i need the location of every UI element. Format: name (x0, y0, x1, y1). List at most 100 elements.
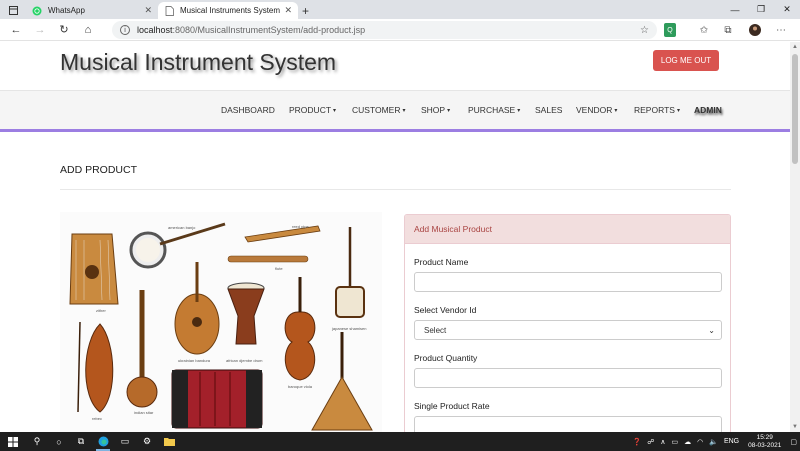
collections-icon[interactable]: ⧉ (721, 23, 735, 37)
nav-label: SALES (535, 105, 563, 115)
panel-title: Add Musical Product (405, 215, 730, 244)
label-ukrainian-bandura: ukrainian bandura (178, 358, 211, 363)
page-scrollbar[interactable]: ▲ ▼ (790, 42, 800, 432)
web-page: Musical Instrument System LOG ME OUT DAS… (0, 42, 790, 432)
address-bar[interactable]: i localhost:8080/MusicalInstrumentSystem… (112, 21, 657, 39)
flute-image (227, 255, 309, 263)
chevron-down-icon: ▾ (402, 107, 406, 114)
label-african-djembe-drum: african djembe drum (226, 358, 263, 363)
info-icon[interactable]: i (120, 25, 130, 35)
close-tab-icon[interactable]: ✕ (284, 5, 292, 16)
cloud-icon[interactable]: ☁ (684, 438, 691, 446)
windows-start-icon[interactable] (0, 432, 26, 451)
chevron-down-icon: ⌄ (708, 325, 715, 335)
restore-icon[interactable]: ❐ (748, 0, 774, 19)
forward-icon[interactable]: → (28, 24, 52, 36)
close-tab-icon[interactable]: ✕ (144, 5, 152, 16)
chevron-down-icon: ▾ (517, 107, 521, 114)
windows-taskbar: ⚲ ○ ⧉ ▭ ⚙ ❓ ☍ ∧ ▭ ☁ ◠ 🔈 ENG 15:29 08-03-… (0, 432, 800, 451)
profile-avatar[interactable] (748, 23, 762, 37)
file-explorer-icon[interactable] (158, 432, 180, 451)
rate-input[interactable] (414, 416, 722, 432)
nav-label: ADMIN (694, 105, 722, 115)
quantity-input[interactable] (414, 368, 722, 388)
scroll-up-icon[interactable]: ▲ (792, 44, 798, 50)
browser-toolbar: ← → ↻ ⌂ i localhost:8080/MusicalInstrume… (0, 19, 800, 41)
help-icon[interactable]: ❓ (633, 438, 642, 446)
logout-button[interactable]: LOG ME OUT (653, 50, 719, 71)
label-baroque-viola: baroque viola (288, 384, 313, 389)
system-tray: ❓ ☍ ∧ ▭ ☁ ◠ 🔈 ENG 15:29 08-03-2021 ▢ (630, 432, 800, 451)
tab-whatsapp[interactable]: WhatsApp ✕ (26, 2, 158, 19)
volume-icon[interactable]: 🔈 (709, 438, 718, 446)
product-name-input[interactable] (414, 272, 722, 292)
more-menu-icon[interactable]: ⋯ (774, 23, 788, 37)
battery-icon[interactable]: ▭ (672, 438, 679, 446)
scroll-down-icon[interactable]: ▼ (792, 424, 798, 430)
vendor-id-select[interactable]: Select ⌄ (414, 320, 722, 340)
sitar-image (126, 290, 158, 408)
favorites-icon[interactable]: ✩ (697, 23, 711, 37)
extension-icon[interactable]: Q (664, 23, 676, 37)
refresh-icon[interactable]: ↻ (52, 23, 76, 36)
balalaika-image (311, 332, 373, 431)
nav-label: VENDOR (576, 105, 613, 115)
chevron-up-icon[interactable]: ∧ (660, 438, 665, 446)
tab-title: WhatsApp (48, 6, 85, 15)
url-path: :8080/MusicalInstrumentSystem/add-produc… (172, 25, 366, 35)
shamisen-image (335, 227, 365, 318)
page-title: ADD PRODUCT (60, 164, 138, 176)
chevron-down-icon: ▾ (447, 107, 451, 114)
chevron-down-icon: ▾ (333, 107, 337, 114)
clock[interactable]: 15:29 08-03-2021 (748, 434, 781, 450)
tab-actions-menu-icon[interactable] (0, 2, 26, 19)
nav-label: REPORTS (634, 105, 675, 115)
home-icon[interactable]: ⌂ (76, 24, 100, 36)
viola-image (284, 277, 316, 381)
search-icon[interactable]: ⚲ (26, 432, 48, 451)
vendor-id-selected: Select (424, 325, 447, 335)
zither-image (69, 233, 119, 305)
label-indian-sitar: indian sitar (134, 410, 154, 415)
favorite-star-icon[interactable]: ☆ (640, 25, 649, 36)
tab-musical-instruments[interactable]: Musical Instruments System ✕ (158, 2, 298, 19)
nav-admin[interactable]: ADMIN (694, 105, 722, 115)
instruments-illustration: zither american banjo reed pipe flute uk… (60, 212, 382, 432)
nav-label: PRODUCT (289, 105, 332, 115)
language-indicator[interactable]: ENG (724, 438, 739, 445)
label-american-banjo: american banjo (168, 225, 196, 230)
nav-label: PURCHASE (468, 105, 516, 115)
rate-label: Single Product Rate (414, 401, 490, 411)
window-controls: — ❐ ✕ (722, 0, 800, 19)
people-icon[interactable]: ☍ (647, 438, 654, 446)
nav-dashboard[interactable]: DASHBOARD (221, 105, 275, 115)
nav-shop[interactable]: SHOP ▾ (421, 105, 450, 115)
site-header: Musical Instrument System LOG ME OUT (0, 42, 790, 91)
nav-sales[interactable]: SALES (535, 105, 562, 115)
main-nav: DASHBOARD PRODUCT ▾ CUSTOMER ▾ SHOP ▾ PURCH… (0, 91, 790, 132)
site-title[interactable]: Musical Instrument System (60, 49, 336, 76)
settings-gear-icon[interactable]: ⚙ (136, 432, 158, 451)
nav-vendor[interactable]: VENDOR ▾ (576, 105, 617, 115)
nav-customer[interactable]: CUSTOMER ▾ (352, 105, 406, 115)
notifications-icon[interactable]: ▢ (790, 438, 797, 446)
nav-product[interactable]: PRODUCT ▾ (289, 105, 336, 115)
edge-browser-icon[interactable] (92, 432, 114, 451)
terminal-icon[interactable]: ▭ (114, 432, 136, 451)
new-tab-button[interactable]: + (302, 2, 309, 19)
cortana-icon[interactable]: ○ (48, 432, 70, 451)
nav-reports[interactable]: REPORTS ▾ (634, 105, 680, 115)
back-icon[interactable]: ← (4, 24, 28, 36)
tab-title: Musical Instruments System (180, 6, 281, 15)
task-view-icon[interactable]: ⧉ (70, 432, 92, 451)
label-reed-pipe: reed pipe (292, 224, 309, 229)
nav-label: SHOP (421, 105, 446, 115)
banjo-image (129, 222, 226, 269)
wifi-icon[interactable]: ◠ (697, 438, 703, 446)
window-close-icon[interactable]: ✕ (774, 0, 800, 19)
minimize-icon[interactable]: — (722, 0, 748, 19)
nav-label: DASHBOARD (221, 105, 275, 115)
chevron-down-icon: ▾ (614, 107, 618, 114)
scrollbar-thumb[interactable] (792, 54, 798, 164)
nav-purchase[interactable]: PURCHASE ▾ (468, 105, 520, 115)
